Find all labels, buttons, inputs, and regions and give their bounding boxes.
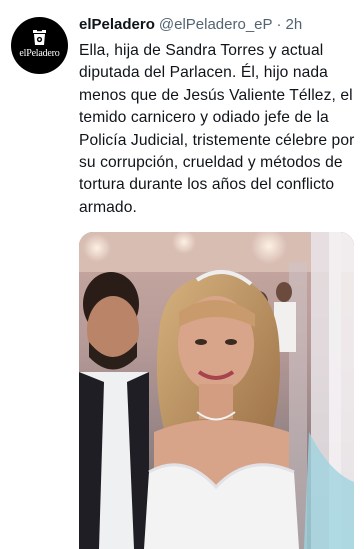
tweet[interactable]: elPeladero elPeladero @elPeladero_eP · 2h E… [0,0,364,549]
avatar-logo-text: elPeladero [19,48,60,59]
author-handle[interactable]: @elPeladero_eP [159,16,273,33]
tweet-timestamp[interactable]: 2h [286,16,303,33]
tweet-photo[interactable] [79,232,354,549]
tweet-header: elPeladero @elPeladero_eP · 2h [79,14,302,36]
header-separator: · [276,16,282,33]
trash-bin-logo-icon [33,30,46,45]
wedding-photo-image [79,232,354,549]
tweet-text: Ella, hija de Sandra Torres y actual dip… [79,42,355,216]
author-display-name[interactable]: elPeladero [79,16,155,33]
avatar[interactable]: elPeladero [11,17,68,74]
